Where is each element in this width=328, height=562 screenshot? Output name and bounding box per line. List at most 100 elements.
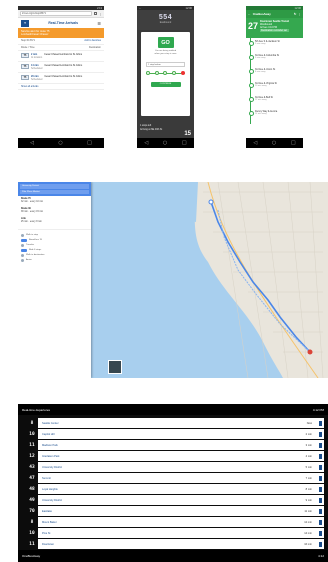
tabs-icon[interactable] [94,12,97,15]
back-arrow-icon[interactable]: ← [139,7,142,10]
recents-icon[interactable]: □ [291,140,296,146]
route-code: 43 [26,462,38,472]
stop-progress-track [146,70,185,76]
route-option[interactable]: Link 25 min · every 8 min [18,216,91,226]
stop-item[interactable]: Denny Way & Aurora 14 min away [248,110,303,124]
url-field[interactable]: trimet.org/m/stop/8371 [20,11,92,16]
go-message: when your stop is near [154,53,177,55]
reminder-chip[interactable]: Destination reminder set [260,29,290,33]
route-eta: 5 min [305,465,312,469]
departure-row[interactable]: 10 Capitol Hill 2 min [26,429,324,439]
destination-input[interactable]: Pike Place Market [20,189,89,194]
trip-planner-map[interactable]: University District Pike Place Market Ro… [18,182,328,378]
route-eta: 11 min [304,509,312,513]
realtime-flag-icon [316,539,324,549]
step-item[interactable]: Arrive [18,258,91,263]
trimet-logo: T [21,19,29,27]
stop-sub: 12 min away [255,99,267,101]
route-code: 8 [26,517,38,527]
status-time: 12:00 [185,6,193,10]
departure-row[interactable]: 48 Loyal Heights 8 min [26,484,324,494]
go-button[interactable]: GO [157,37,174,48]
street-view-thumbnail[interactable] [108,360,122,374]
route-code: 49 [26,495,38,505]
hamburger-icon[interactable]: ☰ [97,21,101,26]
step-text: Walk to stop [26,234,38,236]
menu-icon[interactable]: ⋮ [99,12,102,16]
recents-icon[interactable]: □ [182,140,187,146]
android-nav-bar: ◁ ○ □ [246,138,303,148]
android-nav-bar: ◁ ○ □ [137,138,194,148]
phone-trip-stops: 12:00 ← OneBusAway ↻ ⋮ 27 Downtown Seatt… [246,6,303,148]
home-icon[interactable]: ○ [58,140,62,146]
departure-row[interactable]: 11 Downtown 16 min [26,539,324,549]
step-text: Ride 6 stops [29,249,42,251]
bus-number: 554 [158,14,173,21]
home-icon[interactable]: ○ [272,140,276,146]
departure-row[interactable]: 70 Eastlake 11 min [26,506,324,516]
directions-panel: University District Pike Place Market Ro… [18,182,91,378]
overflow-icon[interactable]: ⋮ [298,12,301,16]
stop-item[interactable]: 3rd Ave & Bell St 12 min away [248,96,303,110]
realtime-flag-icon [316,440,324,450]
back-icon[interactable]: ◁ [253,140,257,146]
departure-row[interactable]: 12 Interlaken Park 4 min [26,451,324,461]
trip-note: Scheduled [31,77,43,81]
trip-row[interactable]: 75 26 min Scheduled Cesar Chavez/Lombard … [18,73,104,84]
realtime-flag-icon [316,517,324,527]
route-destination: Seattle Center [42,421,59,425]
trip-note: At location [31,55,43,59]
route-code: 11 [26,539,38,549]
realtime-flag-icon [316,429,324,439]
status-time: 12:00 [294,6,302,10]
phone-go-alert: ← 12:00 554 Eastbound GO You are being no… [137,6,194,148]
back-arrow-icon[interactable]: ← [248,12,251,16]
go-card: GO You are being notified when your stop… [141,32,190,116]
stop-item[interactable]: 3rd Ave & Virginia St 10 min away [248,82,303,96]
route-eta: 12 min [304,520,312,524]
continue-button[interactable]: CONTINUE [150,82,181,87]
refresh-icon[interactable]: ↻ [294,12,296,16]
walk-icon [21,254,24,257]
board-clock: 4:12 PM [312,407,324,412]
service-alert[interactable]: Service alert for route 75 Lombard/Cesar… [18,28,104,39]
back-icon[interactable]: ◁ [30,140,34,146]
show-more-link[interactable]: Show all arrivals [18,84,104,91]
trip-row[interactable]: 75 2 min At location Cesar Chavez/Lombard… [18,51,104,62]
stop-dot [163,71,168,75]
departure-row[interactable]: 49 University District 9 min [26,495,324,505]
route-option[interactable]: Route 70 32 min · every 10 min [18,196,91,206]
trip-row[interactable]: 75 14 min Scheduled Cesar Chavez/Lombard … [18,62,104,73]
arrival-minutes: 27 [248,21,259,31]
departure-row[interactable]: 8 Seattle Center Now [26,418,324,428]
stop-item[interactable]: 3rd Ave & Union St 8 min away [248,68,303,82]
recents-icon[interactable]: □ [87,140,92,146]
stop-item[interactable]: 5th Ave S & Jackson St 2 min away [248,40,303,54]
transfer-icon [21,244,24,247]
origin-input[interactable]: University District [20,184,89,189]
trip-dest: Cesar Chavez/Lombard to St Johns [44,63,83,67]
route-destination: Summit [42,476,51,480]
alert-select[interactable]: 1 stop before [146,62,185,67]
departure-row[interactable]: 43 University District 5 min [26,462,324,472]
back-icon[interactable]: ◁ [144,140,148,146]
route-option[interactable]: Route 49 38 min · every 15 min [18,206,91,216]
status-time: 2:13 [96,6,102,10]
departure-row[interactable]: 11 Madison Park 3 min [26,440,324,450]
brand-name: OneBusAway [22,554,41,558]
app-bar: ← OneBusAway ↻ ⋮ [246,10,303,18]
favorite-link[interactable]: Add to favorites [84,39,101,42]
step-text: Transfer [26,244,35,246]
browser-url-bar[interactable]: trimet.org/m/stop/8371 ⋮ [18,10,104,18]
home-icon[interactable]: ○ [163,140,167,146]
bus-icon [21,249,27,252]
departure-row[interactable]: 47 Summit 7 min [26,473,324,483]
route-destination: University District [42,465,63,469]
col-right: Destination [89,45,101,49]
stop-item[interactable]: 3rd Ave & Columbia St 5 min away [248,54,303,68]
departure-row[interactable]: 8 Mount Baker 12 min [26,517,324,527]
departure-row[interactable]: 10 Pine St 14 min [26,528,324,538]
route-code: 70 [26,506,38,516]
route-code: 11 [26,440,38,450]
route-destination: Downtown [42,542,55,546]
